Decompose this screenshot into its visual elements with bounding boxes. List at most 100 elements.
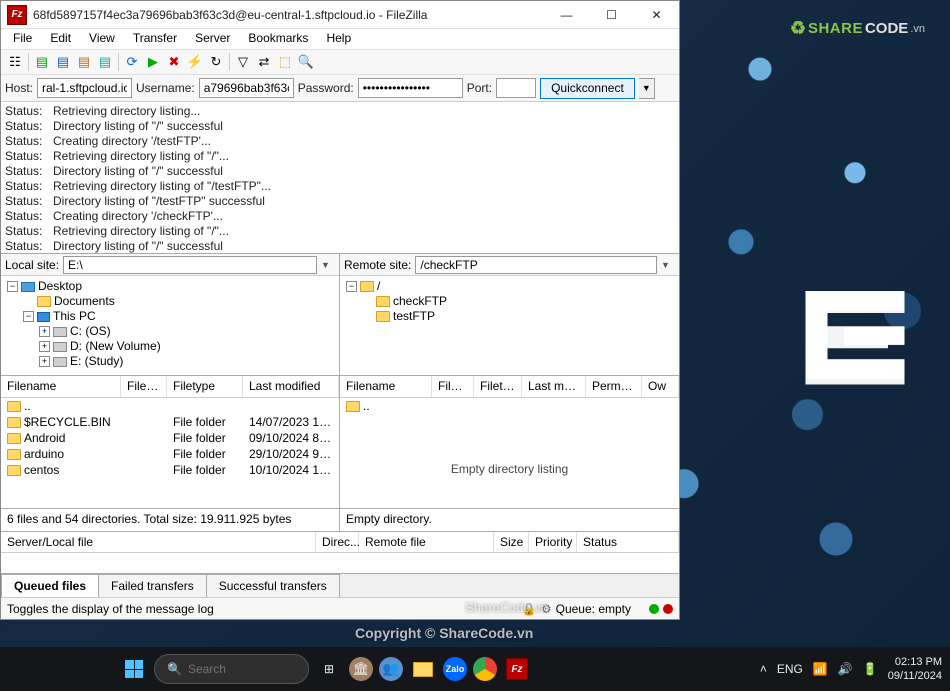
menu-view[interactable]: View [81, 29, 123, 49]
app-icon[interactable]: 👥 [379, 657, 403, 681]
compare-icon[interactable]: ⇄ [254, 52, 274, 72]
process-queue-icon[interactable]: ▶ [143, 52, 163, 72]
table-row[interactable]: $RECYCLE.BIN File folder14/07/2023 10:..… [1, 414, 339, 430]
start-button[interactable] [120, 655, 148, 683]
tab-failed[interactable]: Failed transfers [98, 574, 207, 597]
menu-edit[interactable]: Edit [42, 29, 79, 49]
menu-bookmarks[interactable]: Bookmarks [240, 29, 316, 49]
cancel-icon[interactable]: ✖ [164, 52, 184, 72]
toolbar: ☷ ▤ ▤ ▤ ▤ ⟳ ▶ ✖ ⚡ ↻ ▽ ⇄ ⬚ 🔍 [1, 49, 679, 75]
remote-status: Empty directory. [340, 509, 679, 531]
filezilla-app-icon: Fz [7, 5, 27, 25]
disconnect-icon[interactable]: ⚡ [185, 52, 205, 72]
reconnect-icon[interactable]: ↻ [206, 52, 226, 72]
chevron-down-icon[interactable]: ▼ [321, 260, 335, 270]
queue-header[interactable]: Server/Local file Direc... Remote file S… [1, 531, 679, 553]
queue-body[interactable] [1, 553, 679, 573]
queue-status: Queue: empty [556, 602, 631, 616]
local-tree[interactable]: −DesktopDocuments−This PC+C: (OS)+D: (Ne… [1, 276, 339, 376]
message-log[interactable]: Status:Retrieving directory listing...St… [1, 102, 679, 254]
titlebar[interactable]: Fz 68fd5897157f4ec3a79696bab3f63c3d@eu-c… [1, 1, 679, 29]
remote-pane: Remote site: ▼ −/checkFTPtestFTP Filenam… [340, 254, 679, 531]
host-input[interactable] [37, 78, 132, 98]
watermark-text: ShareCode.vn [465, 600, 548, 615]
remote-site-label: Remote site: [344, 258, 411, 272]
system-tray[interactable]: ˄ ENG 📶 🔊 🔋 02:13 PM 09/11/2024 [760, 655, 942, 683]
menubar: File Edit View Transfer Server Bookmarks… [1, 29, 679, 49]
menu-file[interactable]: File [5, 29, 40, 49]
port-label: Port: [467, 81, 492, 95]
g-logo-graphic [800, 285, 910, 390]
toggle-local-tree-icon[interactable]: ▤ [53, 52, 73, 72]
windows-taskbar[interactable]: 🔍 ⊞ 🏛 👥 Zalo Fz ˄ ENG 📶 🔊 🔋 02:13 PM 09/… [0, 647, 950, 691]
table-row[interactable]: Android File folder09/10/2024 8:5... [1, 430, 339, 446]
tab-successful[interactable]: Successful transfers [206, 574, 340, 597]
quickconnect-bar: Host: Username: Password: Port: Quickcon… [1, 75, 679, 102]
sync-browse-icon[interactable]: ⬚ [275, 52, 295, 72]
window-title: 68fd5897157f4ec3a79696bab3f63c3d@eu-cent… [33, 8, 544, 22]
table-row[interactable]: arduino File folder29/10/2024 9:4... [1, 446, 339, 462]
wifi-icon[interactable]: 📶 [813, 662, 828, 676]
toggle-log-icon[interactable]: ▤ [32, 52, 52, 72]
menu-server[interactable]: Server [187, 29, 238, 49]
transfer-tabs: Queued files Failed transfers Successful… [1, 573, 679, 597]
close-button[interactable]: ✕ [634, 1, 679, 29]
zalo-icon[interactable]: Zalo [443, 657, 467, 681]
volume-icon[interactable]: 🔊 [838, 662, 853, 676]
filter-icon[interactable]: ▽ [233, 52, 253, 72]
local-file-header[interactable]: Filename Filesize Filetype Last modified [1, 376, 339, 398]
app-icon[interactable]: 🏛 [349, 657, 373, 681]
remote-file-list[interactable]: .. Empty directory listing [340, 398, 679, 508]
site-manager-icon[interactable]: ☷ [5, 52, 25, 72]
search-icon: 🔍 [167, 662, 182, 676]
copyright-text: Copyright © ShareCode.vn [355, 625, 533, 641]
chevron-down-icon[interactable]: ▼ [661, 260, 675, 270]
sharecode-watermark-logo: ♻ SHARECODE.vn [790, 18, 925, 39]
recycle-icon: ♻ [790, 18, 806, 39]
filezilla-taskbar-icon[interactable]: Fz [503, 655, 531, 683]
remote-tree[interactable]: −/checkFTPtestFTP [340, 276, 679, 376]
quickconnect-button[interactable]: Quickconnect [540, 78, 635, 99]
maximize-button[interactable]: ☐ [589, 1, 634, 29]
search-icon[interactable]: 🔍 [296, 52, 316, 72]
activity-indicator [649, 604, 659, 614]
local-path-input[interactable] [63, 256, 317, 274]
filezilla-window: Fz 68fd5897157f4ec3a79696bab3f63c3d@eu-c… [0, 0, 680, 620]
refresh-icon[interactable]: ⟳ [122, 52, 142, 72]
remote-file-header[interactable]: Filename Filesize Filetype Last modifi..… [340, 376, 679, 398]
local-pane: Local site: ▼ −DesktopDocuments−This PC+… [1, 254, 340, 531]
local-file-list[interactable]: .. $RECYCLE.BIN File folder14/07/2023 10… [1, 398, 339, 508]
taskbar-search[interactable]: 🔍 [154, 654, 309, 684]
menu-transfer[interactable]: Transfer [125, 29, 185, 49]
status-message: Toggles the display of the message log [7, 602, 522, 616]
activity-indicator [663, 604, 673, 614]
folder-icon [346, 401, 360, 412]
table-row[interactable]: centos File folder10/10/2024 1:5... [1, 462, 339, 478]
task-view-icon[interactable]: ⊞ [315, 655, 343, 683]
tray-language[interactable]: ENG [777, 662, 803, 676]
taskbar-clock[interactable]: 02:13 PM 09/11/2024 [888, 655, 942, 683]
chrome-icon[interactable] [473, 657, 497, 681]
port-input[interactable] [496, 78, 536, 98]
quickconnect-dropdown-icon[interactable]: ▼ [639, 78, 655, 99]
remote-path-input[interactable] [415, 256, 657, 274]
tab-queued[interactable]: Queued files [1, 574, 99, 597]
minimize-button[interactable]: — [544, 1, 589, 29]
battery-icon[interactable]: 🔋 [863, 662, 878, 676]
chevron-up-icon[interactable]: ˄ [760, 662, 767, 676]
password-input[interactable] [358, 78, 463, 98]
menu-help[interactable]: Help [318, 29, 359, 49]
password-label: Password: [298, 81, 354, 95]
toggle-remote-tree-icon[interactable]: ▤ [74, 52, 94, 72]
local-site-label: Local site: [5, 258, 59, 272]
statusbar: Toggles the display of the message log 🔒… [1, 597, 679, 619]
toggle-queue-icon[interactable]: ▤ [95, 52, 115, 72]
local-status: 6 files and 54 directories. Total size: … [1, 509, 339, 531]
username-label: Username: [136, 81, 195, 95]
table-row[interactable]: .. [1, 398, 339, 414]
search-input[interactable] [188, 662, 296, 676]
username-input[interactable] [199, 78, 294, 98]
empty-listing-text: Empty directory listing [340, 414, 679, 508]
host-label: Host: [5, 81, 33, 95]
explorer-icon[interactable] [409, 655, 437, 683]
